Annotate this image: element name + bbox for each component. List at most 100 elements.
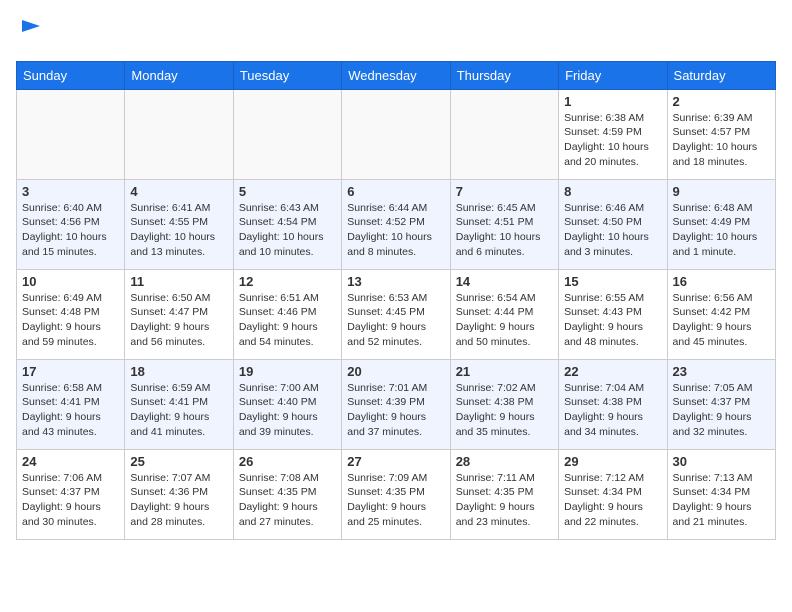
calendar-table: SundayMondayTuesdayWednesdayThursdayFrid… (16, 61, 776, 540)
calendar-day-cell: 7 Sunrise: 6:45 AM Sunset: 4:51 PM Daylig… (450, 179, 558, 269)
day-info: Sunrise: 7:13 AM Sunset: 4:34 PM Dayligh… (673, 471, 770, 530)
day-number: 16 (673, 274, 770, 289)
day-info: Sunrise: 7:07 AM Sunset: 4:36 PM Dayligh… (130, 471, 227, 530)
day-info: Sunrise: 6:38 AM Sunset: 4:59 PM Dayligh… (564, 111, 661, 170)
calendar-day-cell: 28 Sunrise: 7:11 AM Sunset: 4:35 PM Dayli… (450, 449, 558, 539)
day-info: Sunrise: 6:44 AM Sunset: 4:52 PM Dayligh… (347, 201, 444, 260)
day-number: 5 (239, 184, 336, 199)
day-info: Sunrise: 6:50 AM Sunset: 4:47 PM Dayligh… (130, 291, 227, 350)
day-number: 29 (564, 454, 661, 469)
day-info: Sunrise: 6:51 AM Sunset: 4:46 PM Dayligh… (239, 291, 336, 350)
day-info: Sunrise: 7:08 AM Sunset: 4:35 PM Dayligh… (239, 471, 336, 530)
day-info: Sunrise: 6:55 AM Sunset: 4:43 PM Dayligh… (564, 291, 661, 350)
calendar-day-cell (125, 89, 233, 179)
day-info: Sunrise: 7:11 AM Sunset: 4:35 PM Dayligh… (456, 471, 553, 530)
day-info: Sunrise: 6:40 AM Sunset: 4:56 PM Dayligh… (22, 201, 119, 260)
day-info: Sunrise: 6:56 AM Sunset: 4:42 PM Dayligh… (673, 291, 770, 350)
calendar-day-cell: 18Sunrise: 6:59 AM Sunset: 4:41 PM Dayli… (125, 359, 233, 449)
day-info: Sunrise: 6:43 AM Sunset: 4:54 PM Dayligh… (239, 201, 336, 260)
day-info: Sunrise: 6:45 AM Sunset: 4:51 PM Dayligh… (456, 201, 553, 260)
day-info: Sunrise: 6:48 AM Sunset: 4:49 PM Dayligh… (673, 201, 770, 260)
calendar-day-cell: 29 Sunrise: 7:12 AM Sunset: 4:34 PM Dayli… (559, 449, 667, 539)
day-info: Sunrise: 6:58 AM Sunset: 4:41 PM Dayligh… (22, 381, 119, 440)
day-info: Sunrise: 7:00 AM Sunset: 4:40 PM Dayligh… (239, 381, 336, 440)
calendar-week-row: 1 Sunrise: 6:38 AM Sunset: 4:59 PM Daylig… (17, 89, 776, 179)
calendar-week-row: 17 Sunrise: 6:58 AM Sunset: 4:41 PM Dayli… (17, 359, 776, 449)
calendar-day-cell: 30 Sunrise: 7:13 AM Sunset: 4:34 PM Dayli… (667, 449, 775, 539)
calendar-day-cell (450, 89, 558, 179)
day-info: Sunrise: 6:41 AM Sunset: 4:55 PM Dayligh… (130, 201, 227, 260)
day-info: Sunrise: 6:39 AM Sunset: 4:57 PM Dayligh… (673, 111, 770, 170)
day-number: 26 (239, 454, 336, 469)
calendar-day-cell (233, 89, 341, 179)
day-number: 9 (673, 184, 770, 199)
day-number: 11 (130, 274, 227, 289)
day-info: Sunrise: 7:06 AM Sunset: 4:37 PM Dayligh… (22, 471, 119, 530)
calendar-week-row: 10 Sunrise: 6:49 AM Sunset: 4:48 PM Dayli… (17, 269, 776, 359)
calendar-day-cell: 1 Sunrise: 6:38 AM Sunset: 4:59 PM Daylig… (559, 89, 667, 179)
day-info: Sunrise: 6:54 AM Sunset: 4:44 PM Dayligh… (456, 291, 553, 350)
calendar-day-cell (342, 89, 450, 179)
calendar-day-cell: 3 Sunrise: 6:40 AM Sunset: 4:56 PM Daylig… (17, 179, 125, 269)
calendar-day-cell: 13 Sunrise: 6:53 AM Sunset: 4:45 PM Dayli… (342, 269, 450, 359)
weekday-header-saturday: Saturday (667, 61, 775, 89)
day-info: Sunrise: 7:05 AM Sunset: 4:37 PM Dayligh… (673, 381, 770, 440)
calendar-day-cell: 4 Sunrise: 6:41 AM Sunset: 4:55 PM Daylig… (125, 179, 233, 269)
calendar-day-cell: 8 Sunrise: 6:46 AM Sunset: 4:50 PM Daylig… (559, 179, 667, 269)
weekday-header-sunday: Sunday (17, 61, 125, 89)
day-number: 21 (456, 364, 553, 379)
day-number: 4 (130, 184, 227, 199)
day-number: 28 (456, 454, 553, 469)
day-number: 24 (22, 454, 119, 469)
calendar-day-cell: 27 Sunrise: 7:09 AM Sunset: 4:35 PM Dayli… (342, 449, 450, 539)
day-number: 25 (130, 454, 227, 469)
calendar-day-cell: 17 Sunrise: 6:58 AM Sunset: 4:41 PM Dayli… (17, 359, 125, 449)
day-number: 13 (347, 274, 444, 289)
calendar-day-cell: 20 Sunrise: 7:01 AM Sunset: 4:39 PM Dayli… (342, 359, 450, 449)
day-info: Sunrise: 7:02 AM Sunset: 4:38 PM Dayligh… (456, 381, 553, 440)
calendar-day-cell: 5 Sunrise: 6:43 AM Sunset: 4:54 PM Daylig… (233, 179, 341, 269)
day-number: 19 (239, 364, 336, 379)
day-number: 10 (22, 274, 119, 289)
day-number: 1 (564, 94, 661, 109)
calendar-week-row: 24 Sunrise: 7:06 AM Sunset: 4:37 PM Dayli… (17, 449, 776, 539)
day-info: Sunrise: 6:53 AM Sunset: 4:45 PM Dayligh… (347, 291, 444, 350)
day-number: 23 (673, 364, 770, 379)
weekday-header-wednesday: Wednesday (342, 61, 450, 89)
day-info: Sunrise: 7:12 AM Sunset: 4:34 PM Dayligh… (564, 471, 661, 530)
calendar-day-cell: 23 Sunrise: 7:05 AM Sunset: 4:37 PM Dayli… (667, 359, 775, 449)
calendar-day-cell: 11 Sunrise: 6:50 AM Sunset: 4:47 PM Dayli… (125, 269, 233, 359)
calendar-day-cell: 25 Sunrise: 7:07 AM Sunset: 4:36 PM Dayli… (125, 449, 233, 539)
day-info: Sunrise: 6:49 AM Sunset: 4:48 PM Dayligh… (22, 291, 119, 350)
logo (16, 16, 46, 49)
day-info: Sunrise: 7:04 AM Sunset: 4:38 PM Dayligh… (564, 381, 661, 440)
day-number: 27 (347, 454, 444, 469)
calendar-day-cell: 6Sunrise: 6:44 AM Sunset: 4:52 PM Daylig… (342, 179, 450, 269)
day-info: Sunrise: 7:09 AM Sunset: 4:35 PM Dayligh… (347, 471, 444, 530)
calendar-day-cell: 2 Sunrise: 6:39 AM Sunset: 4:57 PM Daylig… (667, 89, 775, 179)
day-number: 3 (22, 184, 119, 199)
calendar-day-cell: 10 Sunrise: 6:49 AM Sunset: 4:48 PM Dayli… (17, 269, 125, 359)
calendar-day-cell: 12Sunrise: 6:51 AM Sunset: 4:46 PM Dayli… (233, 269, 341, 359)
weekday-header-monday: Monday (125, 61, 233, 89)
calendar-day-cell: 14 Sunrise: 6:54 AM Sunset: 4:44 PM Dayli… (450, 269, 558, 359)
weekday-header-row: SundayMondayTuesdayWednesdayThursdayFrid… (17, 61, 776, 89)
calendar-day-cell (17, 89, 125, 179)
calendar-day-cell: 24 Sunrise: 7:06 AM Sunset: 4:37 PM Dayli… (17, 449, 125, 539)
day-number: 14 (456, 274, 553, 289)
weekday-header-tuesday: Tuesday (233, 61, 341, 89)
day-number: 30 (673, 454, 770, 469)
calendar-week-row: 3 Sunrise: 6:40 AM Sunset: 4:56 PM Daylig… (17, 179, 776, 269)
calendar-day-cell: 16 Sunrise: 6:56 AM Sunset: 4:42 PM Dayli… (667, 269, 775, 359)
calendar-day-cell: 22 Sunrise: 7:04 AM Sunset: 4:38 PM Dayli… (559, 359, 667, 449)
day-info: Sunrise: 7:01 AM Sunset: 4:39 PM Dayligh… (347, 381, 444, 440)
day-number: 8 (564, 184, 661, 199)
day-number: 20 (347, 364, 444, 379)
calendar-day-cell: 9 Sunrise: 6:48 AM Sunset: 4:49 PM Daylig… (667, 179, 775, 269)
day-number: 2 (673, 94, 770, 109)
day-number: 17 (22, 364, 119, 379)
day-number: 7 (456, 184, 553, 199)
day-info: Sunrise: 6:59 AM Sunset: 4:41 PM Dayligh… (130, 381, 227, 440)
day-number: 22 (564, 364, 661, 379)
day-info: Sunrise: 6:46 AM Sunset: 4:50 PM Dayligh… (564, 201, 661, 260)
